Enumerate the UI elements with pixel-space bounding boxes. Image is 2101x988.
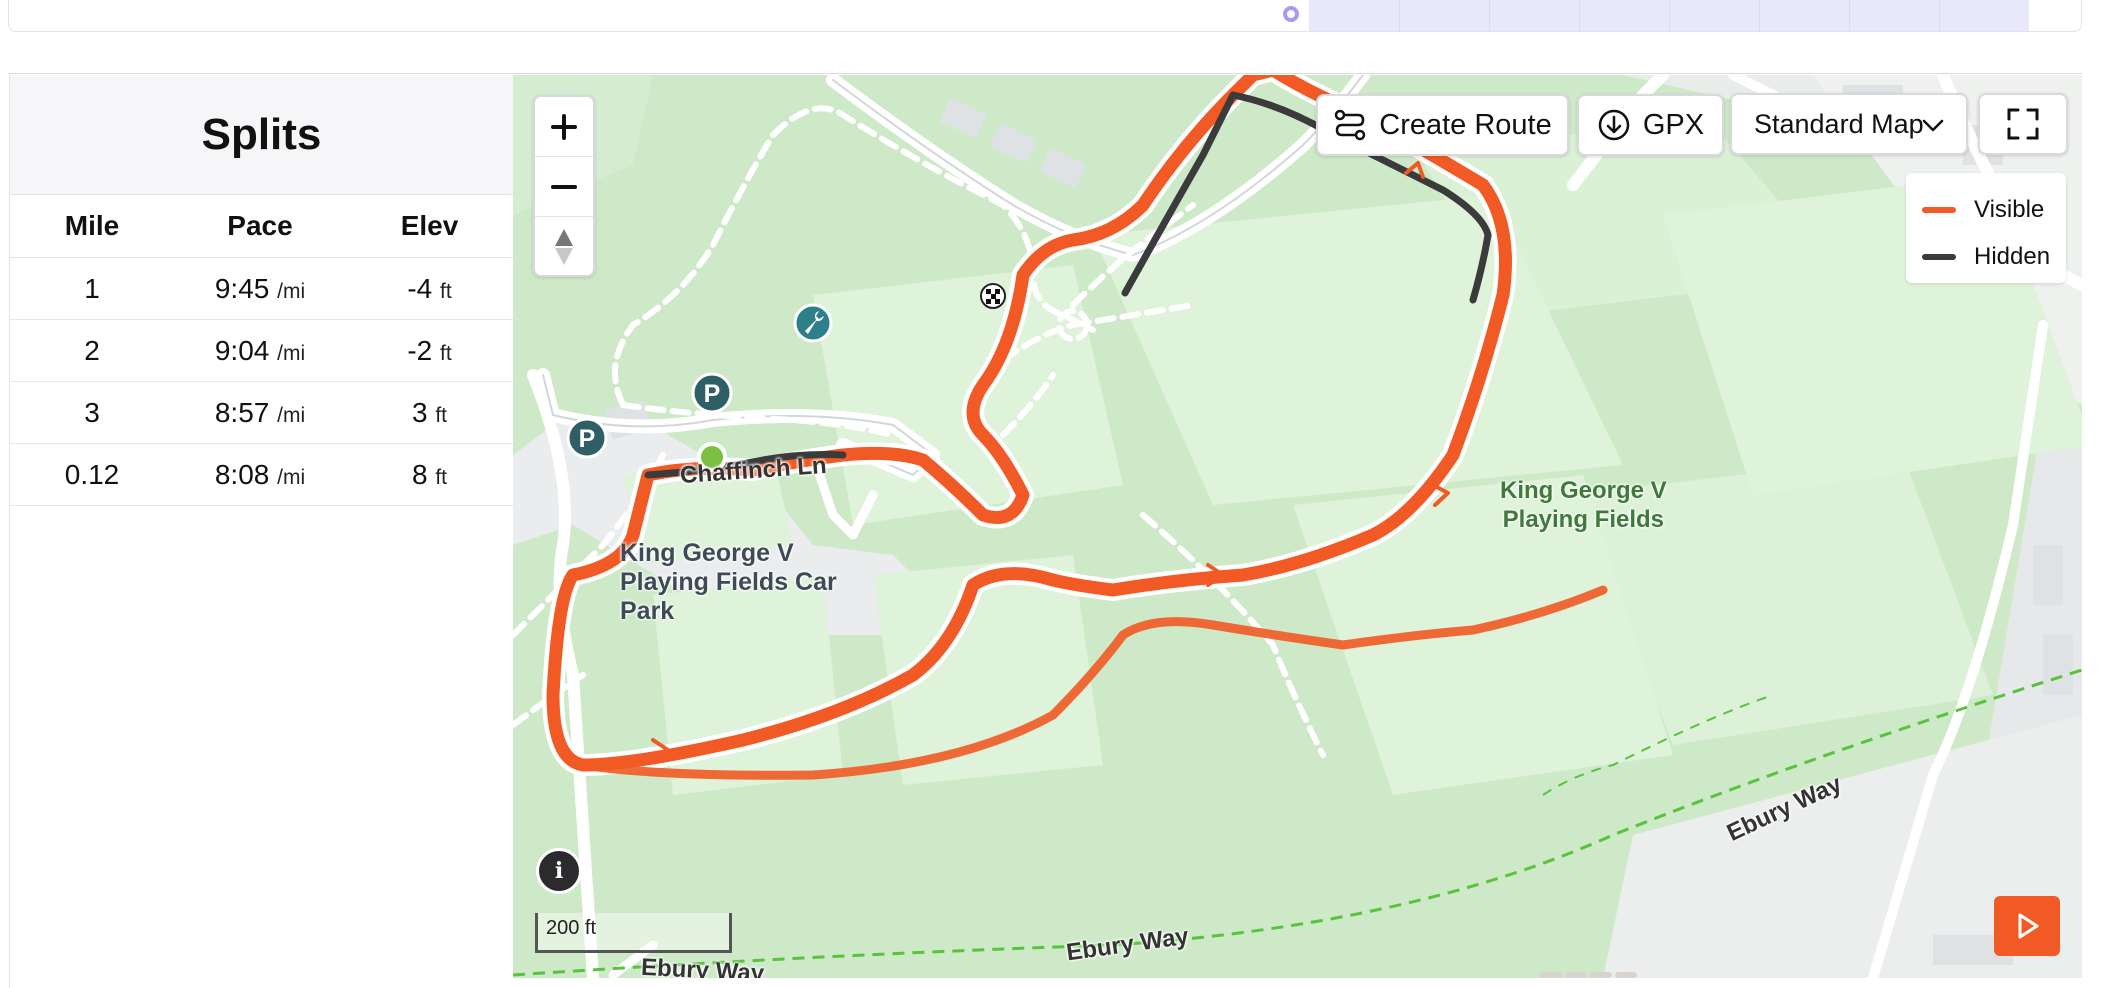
park-label-line1: King George V (1500, 477, 1667, 504)
pace-value: 8:08 (214, 458, 270, 490)
legend-swatch-visible (1922, 207, 1956, 213)
legend-item-hidden: Hidden (1922, 243, 2050, 271)
map-base-layer: P P (513, 75, 2082, 978)
elev-unit: ft (440, 341, 452, 365)
gpx-download-button[interactable]: GPX (1577, 94, 1724, 156)
car-park-label: King George V Playing Fields Car Park (620, 539, 837, 626)
park-label: King George V Playing Fields (1500, 476, 1667, 534)
elev-cell: 8 ft (346, 443, 513, 506)
pace-cell: 9:45 /mi (174, 257, 346, 320)
zoom-in-button[interactable] (535, 97, 593, 157)
zoom-out-button[interactable] (535, 157, 593, 217)
car-park-label-line3: Park (620, 597, 675, 625)
splits-header-row: Mile Pace Elev (10, 195, 513, 258)
map-style-select[interactable]: Standard Map (1730, 93, 1968, 155)
scale-label: 200 ft (546, 917, 597, 939)
elev-value: 3 (411, 396, 428, 428)
elevation-chart-strip (8, 0, 2082, 32)
mile-cell: 0.12 (10, 443, 174, 506)
mile-cell: 2 (10, 319, 174, 382)
car-park-label-line1: King George V (620, 539, 794, 567)
legend-label-visible: Visible (1974, 196, 2045, 223)
legend-swatch-hidden (1922, 254, 1956, 260)
map-style-value: Standard Map (1754, 108, 1924, 139)
pace-value: 9:04 (214, 334, 270, 366)
elev-cell: 3 ft (346, 381, 513, 444)
elev-unit: ft (435, 465, 448, 489)
info-button[interactable]: i (536, 848, 582, 894)
splits-header: Splits (10, 75, 513, 195)
fullscreen-icon (2007, 108, 2039, 140)
table-row: 1 9:45 /mi -4 ft (10, 257, 513, 320)
table-row: 3 8:57 /mi 3 ft (10, 381, 513, 444)
elev-value: -2 (407, 334, 433, 366)
pace-cell: 8:57 /mi (174, 381, 346, 444)
car-park-label-line2: Playing Fields Car (620, 568, 837, 596)
pace-unit: /mi (277, 279, 306, 303)
splits-table: Mile Pace Elev 1 9:45 /mi -4 ft 2 9:04 /… (10, 195, 513, 506)
elev-value: 8 (411, 458, 428, 490)
info-icon: i (554, 858, 564, 884)
compass-button[interactable] (535, 217, 593, 276)
column-header-elev: Elev (346, 195, 513, 258)
gpx-label: GPX (1642, 108, 1705, 141)
park-label-line2: Playing Fields (1502, 506, 1665, 533)
pace-unit: /mi (277, 341, 306, 365)
svg-text:P: P (704, 380, 721, 408)
chart-selection-band (1309, 0, 2029, 31)
compass-icon (555, 228, 573, 265)
pace-unit: /mi (277, 403, 306, 427)
route-map[interactable]: P P Chaffinch Ln King George V Playing F… (513, 75, 2082, 978)
scale-bar: 200 ft (535, 913, 732, 953)
chevron-down-icon (1922, 119, 1944, 132)
play-icon (2018, 913, 2039, 939)
elev-value: -4 (407, 272, 433, 304)
svg-text:P: P (579, 425, 596, 453)
pace-cell: 8:08 /mi (174, 443, 346, 506)
route-icon (1335, 109, 1366, 141)
download-icon (1598, 109, 1630, 141)
splits-panel: Splits Mile Pace Elev 1 9:45 /mi -4 ft 2… (9, 75, 513, 988)
elev-unit: ft (435, 403, 448, 427)
fullscreen-button[interactable] (1978, 93, 2068, 155)
mile-cell: 1 (10, 257, 174, 320)
mile-cell: 3 (10, 381, 174, 444)
legend-item-visible: Visible (1922, 196, 2044, 224)
table-row: 0.12 8:08 /mi 8 ft (10, 443, 513, 506)
minus-icon (551, 184, 577, 189)
column-header-mile: Mile (10, 195, 174, 258)
zoom-controls (533, 95, 595, 277)
chart-scrubber-handle[interactable] (1283, 6, 1299, 22)
pace-value: 8:57 (214, 396, 270, 428)
create-route-label: Create Route (1379, 108, 1552, 141)
splits-title: Splits (201, 109, 322, 159)
pace-unit: /mi (277, 465, 306, 489)
table-row: 2 9:04 /mi -2 ft (10, 319, 513, 382)
route-legend: Visible Hidden (1906, 173, 2066, 283)
legend-label-hidden: Hidden (1974, 243, 2051, 270)
pace-cell: 9:04 /mi (174, 319, 346, 382)
plus-icon (551, 113, 577, 140)
elev-cell: -2 ft (346, 319, 513, 382)
create-route-button[interactable]: Create Route (1316, 94, 1569, 156)
elev-cell: -4 ft (346, 257, 513, 320)
column-header-pace: Pace (174, 195, 346, 258)
play-flyover-button[interactable] (1994, 896, 2060, 956)
section-divider (8, 73, 2082, 74)
pace-value: 9:45 (214, 272, 270, 304)
elev-unit: ft (440, 279, 452, 303)
